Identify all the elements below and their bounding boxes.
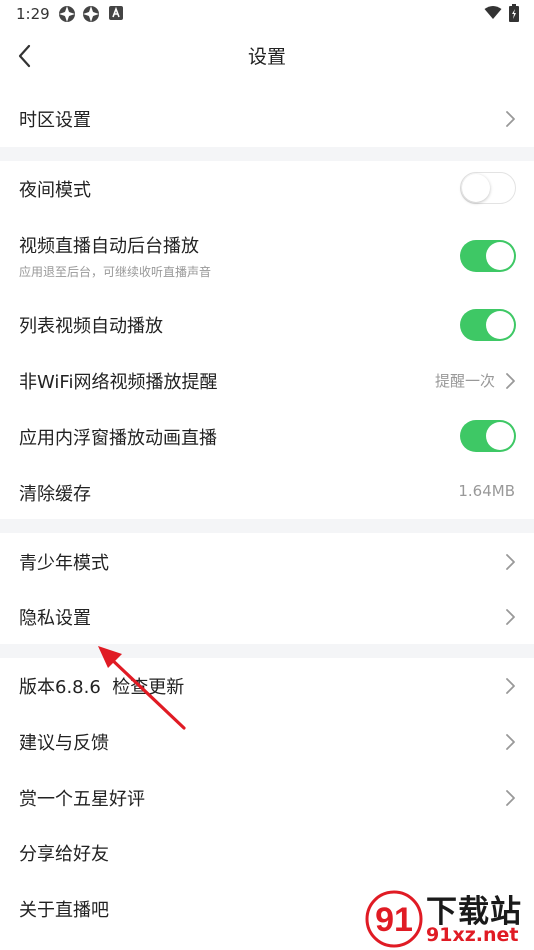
nav-bar: 设置 (0, 28, 534, 84)
list-autoplay-toggle[interactable] (460, 309, 516, 341)
row-value: 提醒一次 (434, 372, 495, 390)
settings-row-share[interactable]: 分享给好友 (0, 825, 534, 881)
settings-row-night-mode: 夜间模式 (0, 161, 534, 217)
row-label: 时区设置 (19, 110, 91, 131)
app-badge-icon (108, 5, 124, 25)
chevron-right-icon (506, 678, 515, 694)
settings-row-rate[interactable]: 赏一个五星好评 (0, 770, 534, 826)
settings-row-clear-cache[interactable]: 清除缓存 1.64MB (0, 465, 534, 521)
svg-text:91: 91 (375, 901, 413, 939)
night-mode-toggle[interactable] (460, 172, 516, 204)
section-divider (0, 519, 534, 533)
chevron-right-icon (506, 554, 515, 570)
floating-window-toggle[interactable] (460, 420, 516, 452)
app-notification-icon (58, 5, 76, 27)
settings-row-non-wifi-reminder[interactable]: 非WiFi网络视频播放提醒 提醒一次 (0, 353, 534, 409)
row-label: 视频直播自动后台播放 (19, 236, 199, 257)
row-label: 关于直播吧 (19, 900, 109, 921)
row-sublabel: 应用退至后台，可继续收听直播声音 (19, 265, 212, 279)
row-label: 隐私设置 (19, 608, 91, 629)
section-divider (0, 147, 534, 161)
app-notification-icon (82, 5, 100, 27)
row-label: 夜间模式 (19, 180, 91, 201)
settings-row-timezone[interactable]: 时区设置 (0, 91, 534, 147)
row-label: 应用内浮窗播放动画直播 (19, 428, 217, 449)
chevron-right-icon (506, 734, 515, 750)
annotation-arrow-icon (98, 646, 186, 730)
row-label: 非WiFi网络视频播放提醒 (19, 372, 218, 393)
section-divider (0, 644, 534, 658)
settings-row-video-background-play: 视频直播自动后台播放 应用退至后台，可继续收听直播声音 (0, 217, 534, 285)
chevron-right-icon (506, 790, 515, 806)
video-background-play-toggle[interactable] (460, 240, 516, 272)
chevron-right-icon (506, 373, 515, 389)
wifi-icon (484, 6, 502, 24)
watermark-logo-icon: 91 (365, 890, 423, 948)
chevron-right-icon (506, 111, 515, 127)
battery-icon (509, 4, 519, 26)
cache-size: 1.64MB (458, 482, 515, 500)
row-label: 清除缓存 (19, 484, 91, 505)
row-label: 青少年模式 (19, 553, 109, 574)
row-label: 列表视频自动播放 (19, 316, 163, 337)
page-title: 设置 (247, 46, 286, 68)
watermark: 91 下载站 91xz.net (360, 884, 534, 950)
chevron-right-icon (506, 609, 515, 625)
row-label: 分享给好友 (19, 844, 109, 865)
settings-row-feedback[interactable]: 建议与反馈 (0, 714, 534, 770)
status-time: 1:29 (16, 5, 50, 23)
row-label: 赏一个五星好评 (19, 789, 145, 810)
settings-row-list-autoplay: 列表视频自动播放 (0, 297, 534, 353)
status-bar: 1:29 (0, 0, 534, 28)
settings-row-teen-mode[interactable]: 青少年模式 (0, 534, 534, 590)
settings-row-privacy[interactable]: 隐私设置 (0, 589, 534, 645)
settings-row-floating-window: 应用内浮窗播放动画直播 (0, 409, 534, 465)
settings-row-version[interactable]: 版本6.8.6 检查更新 (0, 658, 534, 714)
watermark-domain: 91xz.net (426, 924, 519, 946)
